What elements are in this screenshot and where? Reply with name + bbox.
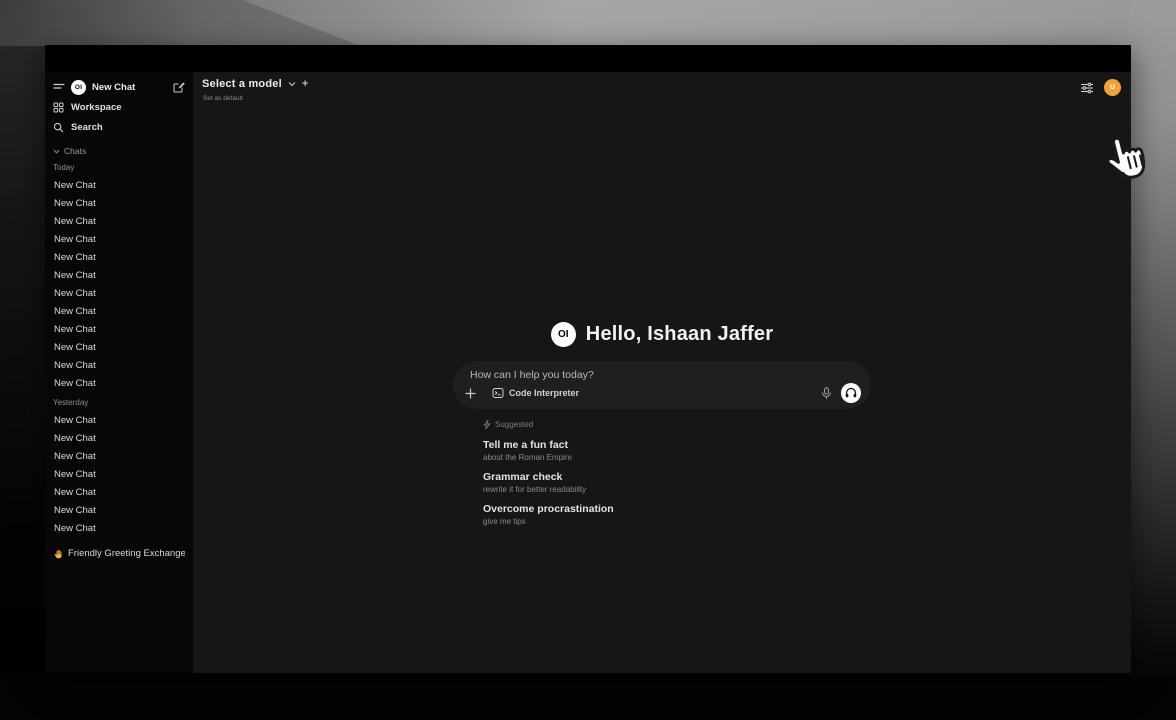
model-selector[interactable]: Select a model bbox=[202, 78, 282, 90]
sidebar-item-workspace[interactable]: Workspace bbox=[53, 98, 185, 116]
chats-section-header[interactable]: Chats bbox=[53, 144, 185, 158]
suggested-title: Tell me a fun fact bbox=[483, 439, 871, 451]
code-interpreter-label: Code Interpreter bbox=[509, 388, 579, 398]
workspace-grid-icon bbox=[53, 102, 64, 113]
chat-item[interactable]: New Chat bbox=[53, 448, 185, 466]
wallpaper-bottom-edge bbox=[0, 673, 1130, 720]
chat-item[interactable]: New Chat bbox=[53, 339, 185, 357]
suggested-section: Suggested Tell me a fun fact about the Ro… bbox=[453, 418, 871, 526]
chat-input[interactable] bbox=[470, 369, 770, 381]
attach-plus-icon[interactable] bbox=[465, 388, 476, 399]
sidebar-item-label: Search bbox=[71, 122, 103, 133]
chat-group-label: Yesterday bbox=[53, 396, 185, 410]
wallpaper-right-edge bbox=[1130, 0, 1176, 720]
suggested-item[interactable]: Tell me a fun fact about the Roman Empire bbox=[483, 439, 871, 462]
chat-item[interactable]: New Chat bbox=[53, 430, 185, 448]
app-logo: OI bbox=[71, 80, 86, 95]
headphones-icon bbox=[845, 387, 857, 399]
sidebar-title: New Chat bbox=[92, 82, 167, 93]
chevron-down-icon[interactable] bbox=[288, 80, 296, 88]
microphone-icon[interactable] bbox=[821, 387, 832, 400]
chat-item[interactable]: New Chat bbox=[53, 375, 185, 393]
greeting-text: Hello, Ishaan Jaffer bbox=[586, 323, 773, 346]
suggested-title: Overcome procrastination bbox=[483, 503, 871, 515]
chat-item[interactable]: New Chat bbox=[53, 321, 185, 339]
window-titlebar bbox=[45, 45, 1131, 72]
chat-item[interactable]: New Chat bbox=[53, 213, 185, 231]
chat-item[interactable]: New Chat bbox=[53, 285, 185, 303]
sidebar-item-search[interactable]: Search bbox=[53, 118, 185, 136]
wallpaper-left-edge bbox=[0, 46, 46, 720]
chat-item[interactable]: New Chat bbox=[53, 520, 185, 538]
chat-item[interactable]: New Chat bbox=[53, 303, 185, 321]
chat-item[interactable]: New Chat bbox=[53, 267, 185, 285]
sidebar-item-label: Workspace bbox=[71, 102, 122, 113]
search-icon bbox=[53, 122, 64, 133]
suggested-list: Tell me a fun fact about the Roman Empire… bbox=[483, 439, 871, 526]
main-area: Select a model + Set as default IJ OI bbox=[193, 72, 1131, 673]
suggested-subtitle: give me tips bbox=[483, 517, 871, 526]
chat-item[interactable]: New Chat bbox=[53, 502, 185, 520]
add-model-button[interactable]: + bbox=[302, 78, 308, 90]
new-chat-icon[interactable] bbox=[173, 81, 185, 93]
settings-sliders-icon[interactable] bbox=[1080, 81, 1094, 95]
app-window: OI New Chat Workspace Search bbox=[45, 45, 1131, 673]
chat-item[interactable]: New Chat bbox=[53, 231, 185, 249]
chat-groups: TodayNew ChatNew ChatNew ChatNew ChatNew… bbox=[53, 161, 185, 538]
suggested-label: Suggested bbox=[495, 420, 533, 429]
voice-call-button[interactable] bbox=[841, 383, 861, 403]
chat-input-box[interactable]: Code Interpreter bbox=[453, 361, 871, 409]
chat-item[interactable]: New Chat bbox=[53, 195, 185, 213]
suggested-subtitle: about the Roman Empire bbox=[483, 453, 871, 462]
sparkle-bolt-icon bbox=[483, 420, 491, 429]
code-interpreter-toggle[interactable]: Code Interpreter bbox=[492, 387, 579, 399]
suggested-item[interactable]: Grammar check rewrite it for better reada… bbox=[483, 471, 871, 494]
user-avatar[interactable]: IJ bbox=[1104, 79, 1121, 96]
set-as-default-button[interactable]: Set as default bbox=[203, 95, 243, 102]
chat-item[interactable]: New Chat bbox=[53, 249, 185, 267]
chat-item[interactable]: New Chat bbox=[53, 412, 185, 430]
chat-item[interactable]: New Chat bbox=[53, 466, 185, 484]
chat-item[interactable]: New Chat bbox=[53, 177, 185, 195]
chat-item[interactable]: New Chat bbox=[53, 357, 185, 375]
suggested-item[interactable]: Overcome procrastination give me tips bbox=[483, 503, 871, 526]
sidebar: OI New Chat Workspace Search bbox=[45, 72, 193, 673]
chat-group-label: Today bbox=[53, 161, 185, 175]
chevron-down-icon bbox=[53, 148, 60, 155]
sidebar-toggle-icon[interactable] bbox=[53, 81, 65, 93]
chat-item-highlighted[interactable]: Friendly Greeting Exchange bbox=[53, 545, 185, 563]
wave-emoji-icon bbox=[54, 549, 64, 559]
suggested-title: Grammar check bbox=[483, 471, 871, 483]
chat-item-label: Friendly Greeting Exchange bbox=[68, 545, 185, 563]
desktop: OI New Chat Workspace Search bbox=[0, 0, 1176, 720]
app-logo: OI bbox=[551, 322, 576, 347]
chat-item[interactable]: New Chat bbox=[53, 484, 185, 502]
chats-section-label: Chats bbox=[64, 146, 86, 156]
suggested-subtitle: rewrite it for better readability bbox=[483, 485, 871, 494]
